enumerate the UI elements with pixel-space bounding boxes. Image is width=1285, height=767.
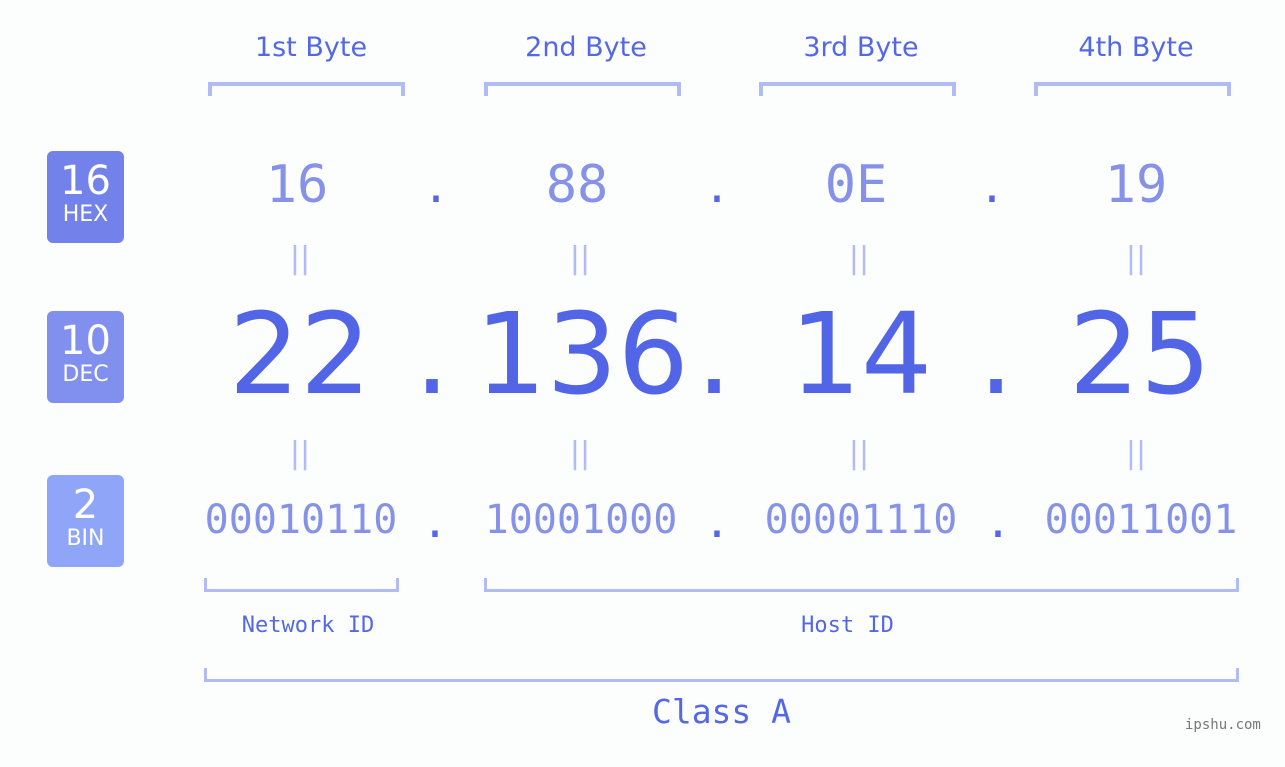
byte-bracket-2: [484, 82, 681, 96]
class-label: Class A: [651, 692, 792, 731]
bin-dot-1: .: [421, 497, 449, 548]
network-id-label: Network ID: [241, 613, 375, 638]
bin-badge-label: BIN: [66, 526, 105, 551]
dec-dot-1: .: [414, 290, 450, 420]
host-id-label: Host ID: [801, 613, 894, 638]
hex-badge-label: HEX: [62, 202, 109, 227]
bin-badge: 2 BIN: [47, 475, 124, 567]
equals-hex-dec-2: ||: [569, 241, 591, 276]
dec-dot-3: .: [978, 290, 1014, 420]
bin-byte-2: 10001000: [484, 497, 678, 543]
equals-dec-bin-2: ||: [569, 436, 591, 471]
equals-hex-dec-1: ||: [289, 241, 311, 276]
byte-bracket-1: [208, 82, 405, 96]
hex-badge: 16 HEX: [47, 151, 124, 243]
dec-badge: 10 DEC: [47, 311, 124, 403]
bin-byte-1: 00010110: [204, 497, 398, 543]
byte-header-2: 2nd Byte: [525, 32, 647, 63]
equals-dec-bin-3: ||: [848, 436, 870, 471]
dec-byte-2: 136: [475, 290, 689, 420]
dec-badge-label: DEC: [62, 362, 109, 387]
hex-byte-3: 0E: [824, 155, 888, 215]
equals-hex-dec-4: ||: [1125, 241, 1147, 276]
class-bracket: [204, 668, 1239, 682]
bin-byte-3: 00001110: [764, 497, 958, 543]
network-bracket: [204, 578, 399, 592]
hex-dot-3: .: [978, 162, 1006, 213]
dec-badge-base: 10: [60, 318, 111, 364]
bin-byte-4: 00011001: [1044, 497, 1238, 543]
bin-badge-base: 2: [72, 482, 99, 528]
dec-dot-2: .: [696, 290, 732, 420]
byte-header-4: 4th Byte: [1078, 32, 1194, 63]
dec-byte-1: 22: [228, 290, 372, 420]
hex-badge-base: 16: [60, 158, 111, 204]
byte-header-3: 3rd Byte: [803, 32, 919, 63]
dec-byte-4: 25: [1068, 290, 1212, 420]
byte-bracket-4: [1034, 82, 1231, 96]
host-bracket: [484, 578, 1239, 592]
hex-dot-1: .: [422, 162, 450, 213]
hex-byte-4: 19: [1104, 155, 1168, 215]
bin-dot-2: .: [703, 497, 731, 548]
dec-byte-3: 14: [789, 290, 933, 420]
watermark: ipshu.com: [1185, 717, 1261, 733]
bin-dot-3: .: [984, 497, 1012, 548]
byte-header-1: 1st Byte: [254, 32, 368, 63]
equals-hex-dec-3: ||: [848, 241, 870, 276]
equals-dec-bin-1: ||: [289, 436, 311, 471]
hex-dot-2: .: [703, 162, 731, 213]
byte-bracket-3: [759, 82, 956, 96]
hex-byte-2: 88: [545, 155, 609, 215]
hex-byte-1: 16: [265, 155, 329, 215]
equals-dec-bin-4: ||: [1125, 436, 1147, 471]
